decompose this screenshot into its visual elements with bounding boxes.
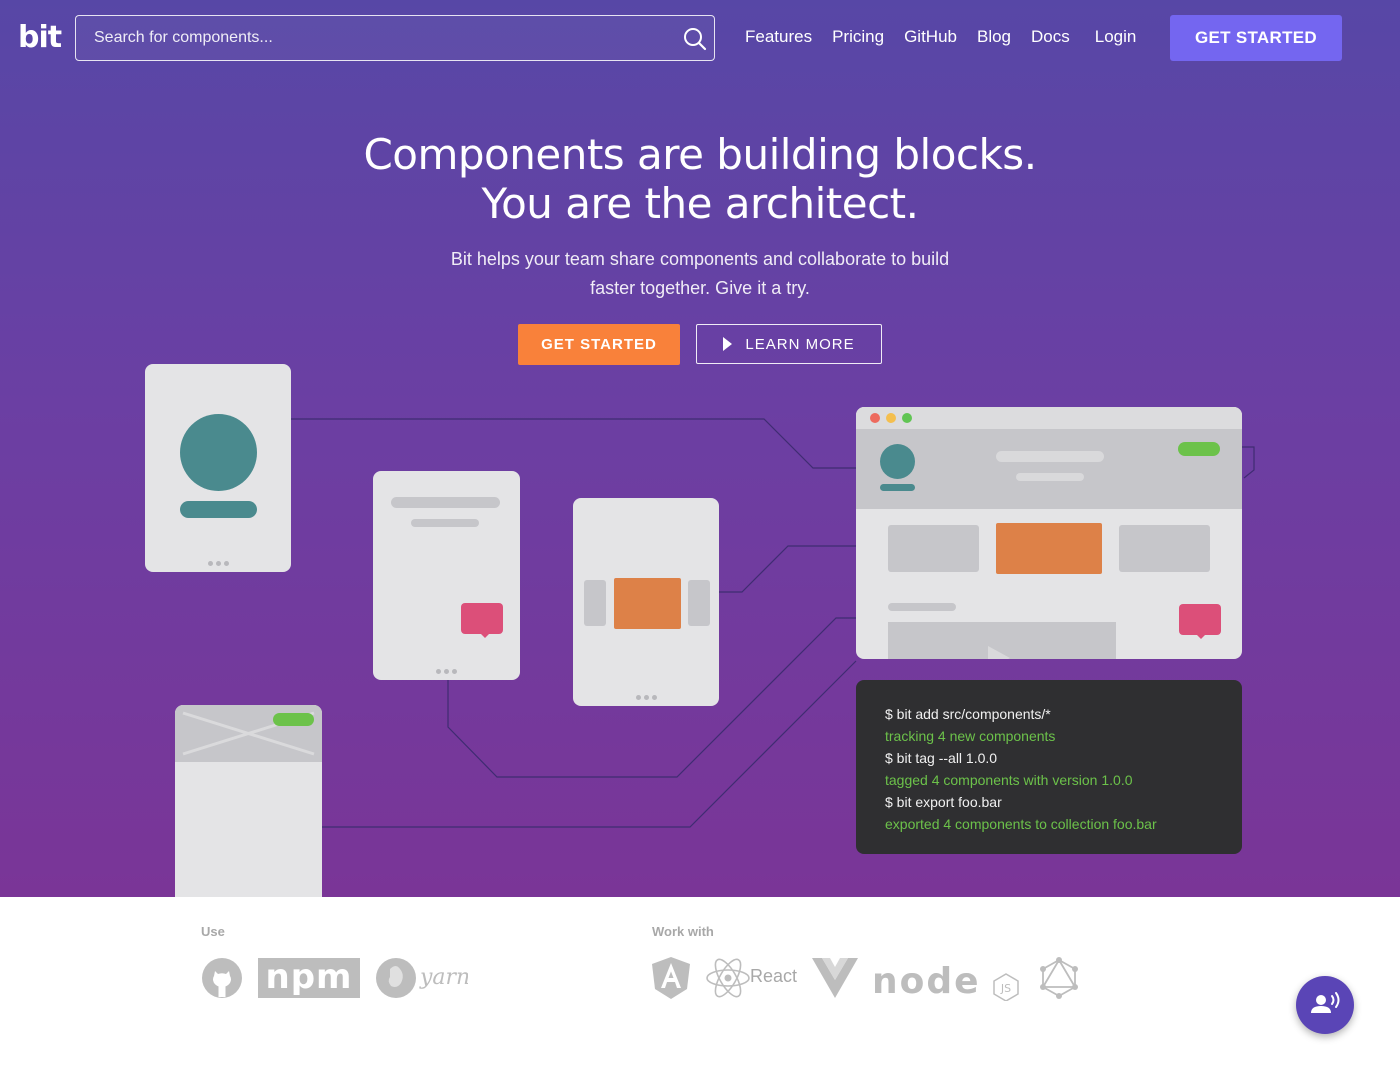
npm-logo-icon: npm [258, 958, 360, 998]
carousel-slide [614, 578, 681, 629]
play-icon [988, 646, 1010, 659]
search-icon[interactable] [682, 26, 708, 52]
mini-name-bar [880, 484, 915, 491]
minimize-dot-icon [886, 413, 896, 423]
terminal-panel: $ bit add src/components/* tracking 4 new… [856, 680, 1242, 854]
chat-bubble-icon [461, 603, 503, 634]
nav-features[interactable]: Features [745, 27, 812, 47]
nav-blog[interactable]: Blog [977, 27, 1011, 47]
get-started-button[interactable]: GET STARTED [518, 324, 680, 365]
content-line [888, 603, 956, 611]
work-with-logos: React node JS [652, 955, 1092, 1001]
chat-bubble-tail [478, 631, 492, 638]
header-line [996, 451, 1104, 462]
card-dots [435, 669, 459, 674]
chat-bubble-icon [1179, 604, 1221, 635]
carousel-right [688, 580, 710, 626]
terminal-command-line: $ bit add src/components/* [885, 706, 1051, 722]
terminal-output-line: tracking 4 new components [885, 728, 1056, 744]
react-logo-icon [706, 958, 750, 998]
hero-subtitle-line: Bit helps your team share components and… [450, 249, 950, 269]
card-dots [206, 561, 230, 566]
nav-docs[interactable]: Docs [1031, 27, 1070, 47]
chat-support-button[interactable] [1296, 976, 1354, 1034]
angular-logo-icon [652, 957, 690, 999]
terminal-command-line: $ bit export foo.bar [885, 794, 1002, 810]
yarn-logo-icon: yarn [376, 958, 468, 998]
hero-subtitle: Bit helps your team share components and… [0, 245, 1400, 303]
react-logo-text: React [750, 966, 798, 986]
browser-header [856, 429, 1242, 509]
graphql-logo-icon [1040, 957, 1078, 999]
content-block [888, 525, 979, 572]
content-block [1119, 525, 1210, 572]
toggle-badge [273, 713, 314, 726]
video-block [888, 622, 1116, 659]
card-dots [634, 695, 658, 700]
chat-bubble-tail [1194, 632, 1208, 639]
nodejs-badge-text: JS [1000, 982, 1011, 995]
nodejs-logo-text: node [872, 961, 981, 1001]
terminal-output-line: exported 4 components to collection foo.… [885, 816, 1157, 832]
github-logo-icon [202, 958, 242, 998]
hero-title-line: Components are building blocks. [363, 130, 1037, 179]
learn-more-label: LEARN MORE [745, 335, 855, 353]
hero-subtitle-line: faster together. Give it a try. [590, 278, 810, 298]
avatar-shape [180, 414, 257, 491]
learn-more-button[interactable]: LEARN MORE [696, 324, 882, 364]
nodejs-logo-icon: node JS [872, 961, 1019, 1001]
use-logos: npm yarn [201, 955, 481, 1001]
maximize-dot-icon [902, 413, 912, 423]
terminal-command-line: $ bit tag --all 1.0.0 [885, 750, 998, 766]
nav-login[interactable]: Login [1095, 27, 1137, 47]
close-dot-icon [870, 413, 880, 423]
carousel-card [573, 498, 719, 706]
vue-logo-icon [812, 958, 858, 998]
mini-avatar [880, 444, 915, 479]
use-label: Use [201, 924, 225, 939]
image-card [175, 705, 322, 897]
terminal-output-line: tagged 4 components with version 1.0.0 [885, 772, 1133, 788]
hero-section: $ bit add src/components/* tracking 4 new… [0, 0, 1400, 897]
avatar-card [145, 364, 291, 572]
nav-pricing[interactable]: Pricing [832, 27, 884, 47]
search-box[interactable] [75, 15, 715, 61]
hero-title: Components are building blocks. You are … [0, 130, 1400, 228]
main-nav: Features Pricing GitHub Blog Docs Login [745, 27, 1156, 47]
browser-window [856, 407, 1242, 659]
featured-block [996, 523, 1102, 574]
header-line [1016, 473, 1084, 481]
nav-github[interactable]: GitHub [904, 27, 957, 47]
mini-toggle [1178, 442, 1220, 456]
search-input[interactable] [76, 16, 676, 60]
text-line [391, 497, 500, 508]
name-bar [180, 501, 257, 518]
npm-logo-text: npm [266, 958, 353, 997]
chat-person-icon [1311, 992, 1340, 1013]
text-line [411, 519, 479, 527]
work-with-label: Work with [652, 924, 714, 939]
browser-titlebar [856, 407, 1242, 429]
play-icon [723, 337, 733, 351]
yarn-logo-text: yarn [419, 965, 468, 990]
get-started-nav-button[interactable]: GET STARTED [1170, 15, 1342, 61]
chat-card [373, 471, 520, 680]
bit-logo[interactable]: bit [18, 20, 62, 55]
hero-title-line: You are the architect. [481, 179, 919, 228]
carousel-left [584, 580, 606, 626]
